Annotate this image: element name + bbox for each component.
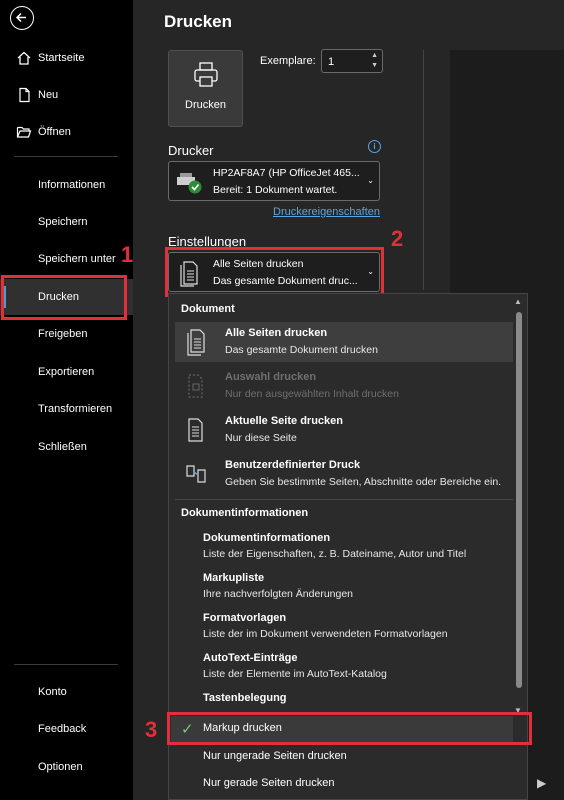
- new-document-icon: [19, 87, 30, 103]
- copies-value: 1: [328, 56, 335, 68]
- printer-status: Bereit: 1 Dokument wartet.: [213, 184, 338, 196]
- sidebar-item-konto[interactable]: Konto: [0, 674, 133, 710]
- menu-item-document-info[interactable]: Dokumentinformationen Liste der Eigensch…: [203, 532, 513, 560]
- sidebar-divider: [14, 664, 118, 665]
- menu-item-all-pages[interactable]: Alle Seiten drucken Das gesamte Dokument…: [175, 322, 513, 362]
- next-page-icon[interactable]: ▶: [537, 776, 546, 790]
- menu-item-autotext[interactable]: AutoText-Einträge Liste der Elemente im …: [203, 652, 513, 680]
- panel-divider: [423, 50, 424, 290]
- menu-item-desc: Das gesamte Dokument drucken: [225, 344, 378, 356]
- menu-item-odd-pages[interactable]: Nur ungerade Seiten drucken: [203, 750, 347, 762]
- sidebar-item-transformieren[interactable]: Transformieren: [0, 391, 133, 427]
- current-page-icon: [188, 418, 203, 442]
- menu-item-title: Aktuelle Seite drucken: [225, 415, 343, 427]
- custom-print-icon: [186, 465, 206, 483]
- annotation-number-3: 3: [145, 717, 158, 742]
- sidebar-item-label: Feedback: [38, 723, 87, 735]
- spin-down-icon[interactable]: ▼: [371, 62, 378, 69]
- sidebar-item-label: Öffnen: [38, 126, 71, 138]
- menu-item-custom-print[interactable]: Benutzerdefinierter Druck Geben Sie best…: [175, 454, 513, 494]
- sidebar-item-startseite[interactable]: Startseite: [0, 40, 133, 76]
- sidebar-item-label: Neu: [38, 89, 59, 101]
- sidebar-item-label: Informationen: [38, 179, 106, 191]
- menu-item-desc: Geben Sie bestimmte Seiten, Abschnitte o…: [225, 476, 502, 488]
- scroll-up-icon[interactable]: ▲: [514, 297, 522, 306]
- menu-item-title: Auswahl drucken: [225, 371, 317, 383]
- sidebar-item-label: Speichern unter: [38, 253, 116, 265]
- menu-divider: [175, 499, 513, 500]
- printer-select[interactable]: HP2AF8A7 (HP OfficeJet 465... Bereit: 1 …: [168, 161, 380, 201]
- sidebar-item-optionen[interactable]: Optionen: [0, 749, 133, 785]
- annotation-box-1: [1, 275, 127, 320]
- printer-heading: Drucker: [168, 143, 214, 158]
- scrollbar-thumb[interactable]: [516, 312, 522, 688]
- sidebar-item-speichern-unter[interactable]: Speichern unter: [0, 241, 133, 277]
- printer-icon: [194, 62, 218, 87]
- sidebar-item-freigeben[interactable]: Freigeben: [0, 316, 133, 352]
- info-icon[interactable]: i: [368, 140, 381, 153]
- backstage-sidebar: Startseite Neu Öffnen Informationen Spei…: [0, 0, 133, 800]
- menu-item-even-pages[interactable]: Nur gerade Seiten drucken: [203, 777, 334, 789]
- menu-item-desc: Nur den ausgewählten Inhalt drucken: [225, 388, 399, 400]
- print-button[interactable]: Drucken: [168, 50, 243, 127]
- copies-input[interactable]: 1 ▲ ▼: [321, 49, 383, 73]
- sidebar-item-speichern[interactable]: Speichern: [0, 204, 133, 240]
- home-icon: [17, 51, 31, 65]
- spin-up-icon[interactable]: ▲: [371, 52, 378, 59]
- menu-item-title: AutoText-Einträge: [203, 652, 298, 664]
- page-title: Drucken: [164, 12, 233, 31]
- sidebar-item-feedback[interactable]: Feedback: [0, 711, 133, 747]
- menu-item-selection: Auswahl drucken Nur den ausgewählten Inh…: [175, 366, 513, 406]
- sidebar-item-label: Speichern: [38, 216, 88, 228]
- menu-heading-dokumentinformationen: Dokumentinformationen: [181, 507, 309, 519]
- sidebar-item-label: Konto: [38, 686, 67, 698]
- menu-item-desc: Nur diese Seite: [225, 432, 297, 444]
- open-folder-icon: [16, 126, 32, 138]
- menu-item-title: Benutzerdefinierter Druck: [225, 459, 361, 471]
- menu-item-current-page[interactable]: Aktuelle Seite drucken Nur diese Seite: [175, 410, 513, 450]
- printer-properties-link[interactable]: Druckereigenschaften: [273, 206, 380, 218]
- menu-item-desc: Liste der Elemente im AutoText-Katalog: [203, 668, 387, 680]
- back-button[interactable]: [10, 6, 34, 30]
- menu-item-desc: Liste der im Dokument verwendeten Format…: [203, 628, 448, 640]
- menu-item-title: Tastenbelegung: [203, 692, 287, 704]
- menu-item-markup-list[interactable]: Markupliste Ihre nachverfolgten Änderung…: [203, 572, 513, 600]
- menu-item-styles[interactable]: Formatvorlagen Liste der im Dokument ver…: [203, 612, 513, 640]
- menu-heading-dokument: Dokument: [181, 303, 235, 315]
- menu-item-title: Markupliste: [203, 572, 265, 584]
- printer-name: HP2AF8A7 (HP OfficeJet 465...: [213, 167, 360, 179]
- sidebar-item-schliessen[interactable]: Schließen: [0, 429, 133, 465]
- selection-icon: [188, 374, 203, 398]
- menu-item-title: Alle Seiten drucken: [225, 327, 328, 339]
- sidebar-item-label: Optionen: [38, 761, 83, 773]
- menu-item-desc: Ihre nachverfolgten Änderungen: [203, 588, 354, 600]
- sidebar-item-oeffnen[interactable]: Öffnen: [0, 114, 133, 150]
- printer-ready-icon: [177, 173, 202, 194]
- annotation-box-2: [165, 247, 384, 297]
- sidebar-divider: [14, 156, 118, 157]
- sidebar-item-label: Startseite: [38, 52, 85, 64]
- annotation-box-3: [167, 712, 532, 745]
- menu-item-title: Formatvorlagen: [203, 612, 287, 624]
- sidebar-item-label: Exportieren: [38, 366, 95, 378]
- sidebar-item-exportieren[interactable]: Exportieren: [0, 354, 133, 390]
- back-arrow-icon: [15, 12, 26, 23]
- menu-item-desc: Liste der Eigenschaften, z. B. Dateiname…: [203, 548, 467, 560]
- print-button-label: Drucken: [185, 99, 226, 111]
- sidebar-item-label: Schließen: [38, 441, 87, 453]
- menu-item-title: Dokumentinformationen: [203, 532, 331, 544]
- sidebar-item-label: Transformieren: [38, 403, 113, 415]
- all-pages-icon: [187, 329, 205, 356]
- sidebar-item-informationen[interactable]: Informationen: [0, 167, 133, 203]
- copies-label: Exemplare:: [260, 55, 316, 67]
- sidebar-item-label: Freigeben: [38, 328, 88, 340]
- chevron-down-icon: ⌄: [367, 176, 374, 185]
- sidebar-item-neu[interactable]: Neu: [0, 77, 133, 113]
- annotation-number-1: 1: [121, 242, 134, 267]
- menu-item-key-assignments[interactable]: Tastenbelegung: [203, 692, 513, 704]
- annotation-number-2: 2: [391, 226, 404, 251]
